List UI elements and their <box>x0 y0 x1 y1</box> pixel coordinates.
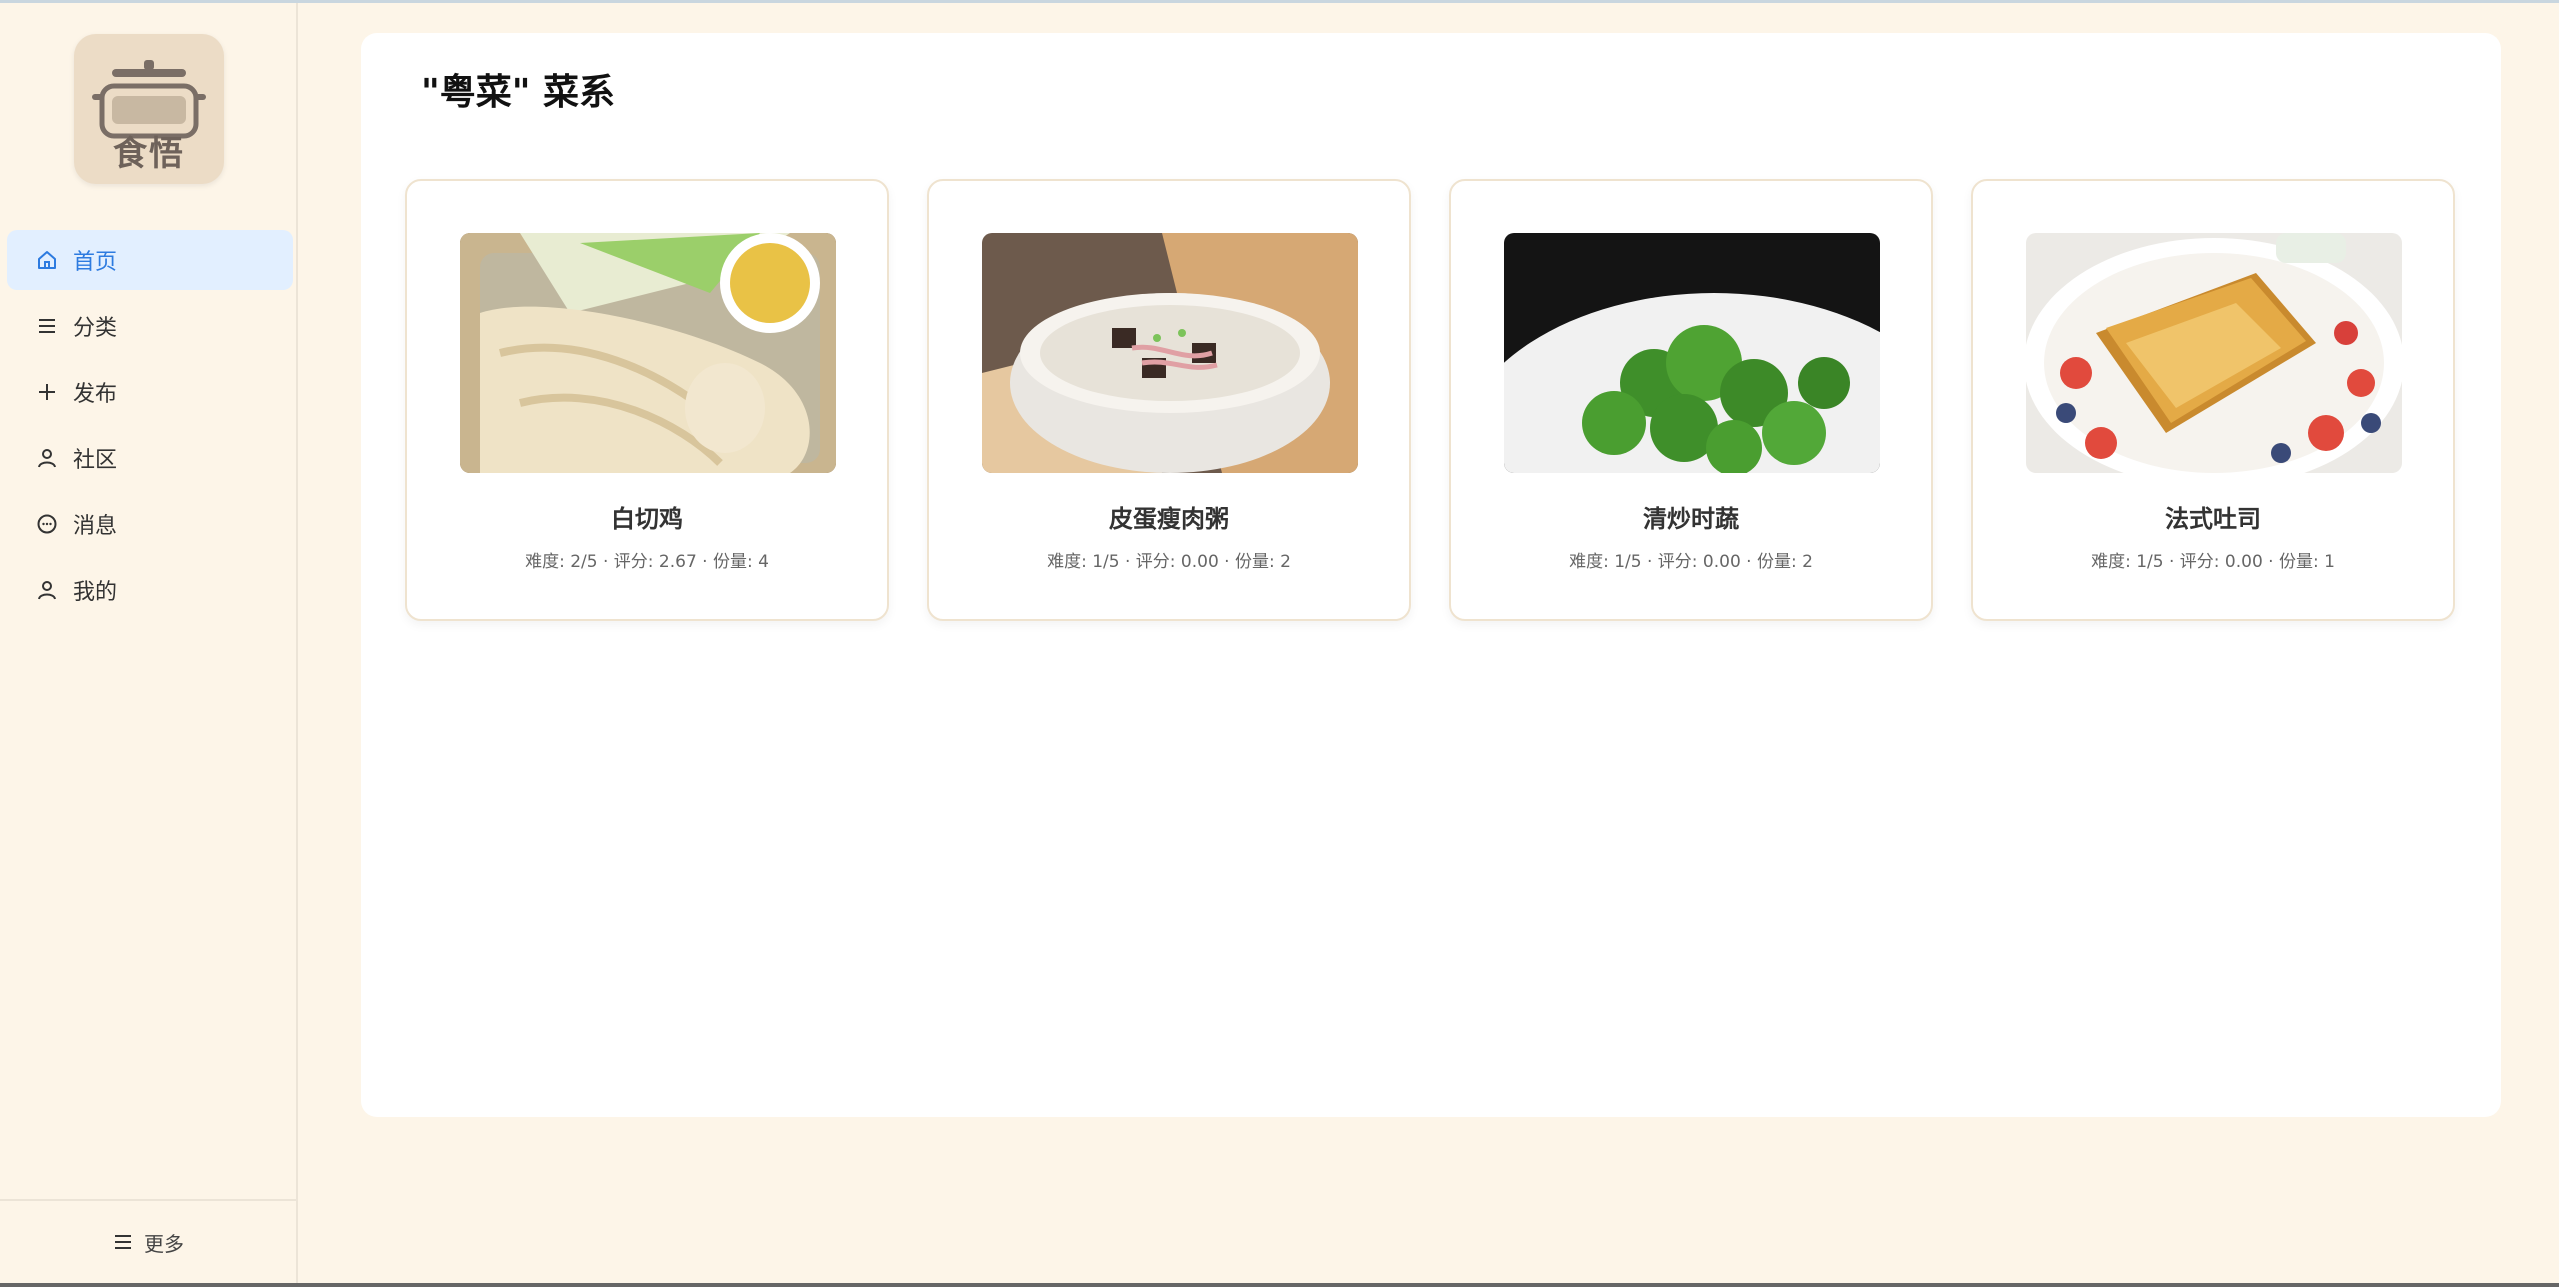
recipe-name: 皮蛋瘦肉粥 <box>1109 505 1229 533</box>
sidebar: 食悟 首页 分类 发布 社区 消息 我的 更多 <box>0 3 298 1283</box>
logo-text: 食悟 <box>113 134 185 174</box>
sidebar-item-label: 社区 <box>73 448 118 473</box>
recipe-name: 法式吐司 <box>2165 505 2261 533</box>
sidebar-item-category[interactable]: 分类 <box>7 296 293 356</box>
sidebar-item-label: 首页 <box>73 250 118 275</box>
window-top-border <box>0 0 2559 3</box>
recipe-name: 白切鸡 <box>611 505 683 533</box>
recipe-meta: 难度: 1/5 · 评分: 0.00 · 份量: 1 <box>2091 552 2335 572</box>
app-logo[interactable]: 食悟 <box>74 34 224 184</box>
more-label: 更多 <box>144 1231 184 1256</box>
recipe-image <box>460 233 836 473</box>
list-icon <box>35 314 59 338</box>
chat-icon <box>35 512 59 536</box>
recipe-card[interactable]: 清炒时蔬 难度: 1/5 · 评分: 0.00 · 份量: 2 <box>1449 179 1933 621</box>
recipe-image <box>982 233 1358 473</box>
sidebar-item-label: 我的 <box>73 580 118 605</box>
main-panel: "粤菜" 菜系 白切鸡 难度: 2/5 · 评分: 2.67 · 份量: 4 皮… <box>361 33 2501 1117</box>
page-title: "粤菜" 菜系 <box>421 72 616 113</box>
recipe-meta: 难度: 1/5 · 评分: 0.00 · 份量: 2 <box>1047 552 1291 572</box>
recipe-name: 清炒时蔬 <box>1643 505 1739 533</box>
sidebar-item-label: 消息 <box>73 514 118 539</box>
sidebar-item-home[interactable]: 首页 <box>7 230 293 290</box>
recipe-card[interactable]: 法式吐司 难度: 1/5 · 评分: 0.00 · 份量: 1 <box>1971 179 2455 621</box>
recipe-image <box>1504 233 1880 473</box>
plus-icon <box>35 380 59 404</box>
window-bottom-border <box>0 1283 2559 1287</box>
sidebar-item-mine[interactable]: 我的 <box>7 560 293 620</box>
user-icon <box>35 446 59 470</box>
recipe-meta: 难度: 1/5 · 评分: 0.00 · 份量: 2 <box>1569 552 1813 572</box>
user-icon <box>35 578 59 602</box>
recipe-image <box>2026 233 2402 473</box>
sidebar-item-community[interactable]: 社区 <box>7 428 293 488</box>
recipe-meta: 难度: 2/5 · 评分: 2.67 · 份量: 4 <box>525 552 769 572</box>
more-button[interactable]: 更多 <box>0 1199 296 1283</box>
sidebar-item-messages[interactable]: 消息 <box>7 494 293 554</box>
recipe-card[interactable]: 皮蛋瘦肉粥 难度: 1/5 · 评分: 0.00 · 份量: 2 <box>927 179 1411 621</box>
menu-icon <box>112 1231 134 1253</box>
recipe-card[interactable]: 白切鸡 难度: 2/5 · 评分: 2.67 · 份量: 4 <box>405 179 889 621</box>
sidebar-item-publish[interactable]: 发布 <box>7 362 293 422</box>
home-icon <box>35 248 59 272</box>
sidebar-item-label: 分类 <box>73 316 118 341</box>
sidebar-item-label: 发布 <box>73 382 118 407</box>
